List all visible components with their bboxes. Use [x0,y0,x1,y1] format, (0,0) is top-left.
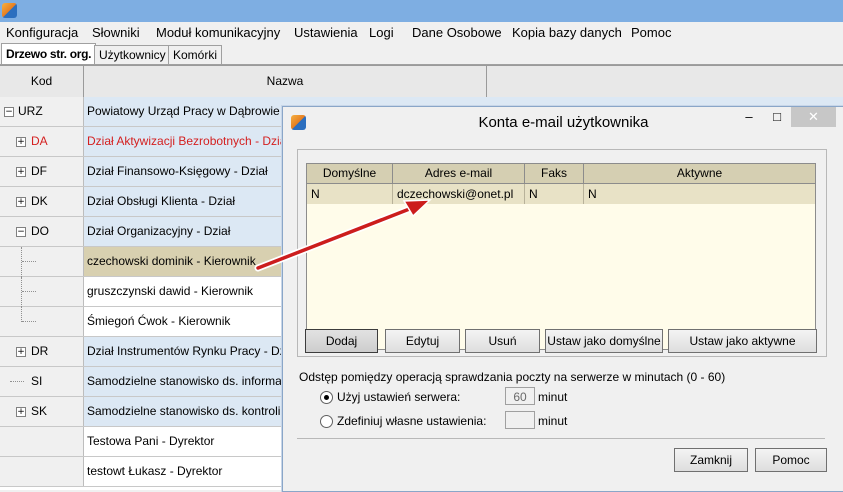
collapse-icon[interactable]: − [4,107,14,117]
email-accounts-dialog[interactable]: Konta e-mail użytkownika – □ ✕ Domyślne … [282,106,843,492]
column-header-aktywne[interactable]: Aktywne [584,164,815,183]
menu-bar: Konfiguracja Słowniki Moduł komunikacyjn… [0,22,843,43]
kod-cell: − URZ [0,97,84,126]
separator [297,438,825,439]
tree-line [22,261,36,262]
dialog-titlebar[interactable]: Konta e-mail użytkownika – □ ✕ [283,107,843,137]
tab-drzewo[interactable]: Drzewo str. org. [1,43,97,65]
server-interval-field: 60 [505,387,535,405]
maximize-icon[interactable]: □ [766,107,788,127]
help-button[interactable]: Pomoc [755,448,827,472]
kod-cell [0,427,84,456]
column-header-faks[interactable]: Faks [525,164,584,183]
expand-icon[interactable]: + [16,407,26,417]
tab-uzytkownicy[interactable]: Użytkownicy [94,45,171,65]
cell-domyslne: N [307,184,393,204]
close-icon[interactable]: ✕ [791,107,836,127]
menu-modul-komunikacyjny[interactable]: Moduł komunikacyjny [156,25,280,40]
set-active-button[interactable]: Ustaw jako aktywne [668,329,817,353]
kod-cell: SI [0,367,84,396]
kod-text: URZ [18,104,43,118]
server-settings-radio[interactable] [320,391,333,404]
custom-settings-label: Zdefiniuj własne ustawienia: [337,414,487,428]
menu-ustawienia[interactable]: Ustawienia [294,25,358,40]
tree-line [22,291,36,292]
kod-cell: + DK [0,187,84,216]
tree-line [10,381,24,382]
tree-line [21,307,22,322]
kod-cell: − DO [0,217,84,246]
kod-cell [0,277,84,307]
cell-aktywne: N [588,187,597,201]
kod-text: SK [31,404,48,418]
expand-icon[interactable]: + [16,347,26,357]
expand-icon[interactable]: + [16,167,26,177]
cell-faks: N [525,184,584,204]
menu-kopia-bazy[interactable]: Kopia bazy danych [512,25,622,40]
kod-text: SI [31,374,43,388]
kod-cell [0,307,84,336]
kod-text: DA [31,134,48,148]
minimize-icon[interactable]: – [738,107,760,127]
kod-cell [0,457,84,486]
kod-cell: + DF [0,157,84,186]
unit-label: minut [538,414,568,428]
column-header-domyslne[interactable]: Domyślne [307,164,393,183]
custom-interval-field[interactable] [505,411,535,429]
tree-line [21,277,22,307]
delete-button[interactable]: Usuń [465,329,540,353]
set-default-button[interactable]: Ustaw jako domyślne [545,329,663,353]
interval-label: Odstęp pomiędzy operacją sprawdzania poc… [299,370,726,384]
kod-text: DK [31,194,48,208]
cell-email: dczechowski@onet.pl [393,184,525,204]
menu-slowniki[interactable]: Słowniki [92,25,140,40]
kod-cell: + DR [0,337,84,366]
tab-strip: Drzewo str. org. Użytkownicy Komórki [0,43,843,65]
menu-pomoc[interactable]: Pomoc [631,25,671,40]
kod-cell: + SK [0,397,84,426]
column-header-email[interactable]: Adres e-mail [393,164,525,183]
kod-cell: + DA [0,127,84,156]
app-logo-icon [2,3,17,18]
menu-dane-osobowe[interactable]: Dane Osobowe [412,25,502,40]
add-button[interactable]: Dodaj [305,329,378,353]
tab-komorki[interactable]: Komórki [168,45,223,65]
window-titlebar [0,0,843,22]
email-table[interactable]: Domyślne Adres e-mail Faks Aktywne N dcz… [306,163,816,350]
email-row[interactable]: N dczechowski@onet.pl N N [307,184,815,204]
menu-konfiguracja[interactable]: Konfiguracja [6,25,78,40]
tree-line [21,247,22,277]
collapse-icon[interactable]: − [16,227,26,237]
expand-icon[interactable]: + [16,137,26,147]
column-header-kod[interactable]: Kod [0,66,84,97]
custom-settings-radio[interactable] [320,415,333,428]
column-header-nazwa[interactable]: Nazwa [84,66,487,97]
menu-logi[interactable]: Logi [369,25,394,40]
grid-header: Kod Nazwa [0,65,843,98]
expand-icon[interactable]: + [16,197,26,207]
email-table-header: Domyślne Adres e-mail Faks Aktywne [307,164,815,184]
kod-text: DR [31,344,49,358]
kod-text: DO [31,224,49,238]
close-button[interactable]: Zamknij [674,448,748,472]
tree-line [22,321,36,322]
server-settings-label: Użyj ustawień serwera: [337,390,461,404]
kod-text: DF [31,164,47,178]
kod-cell [0,247,84,277]
edit-button[interactable]: Edytuj [385,329,460,353]
unit-label: minut [538,390,568,404]
column-header-extra [487,66,843,97]
